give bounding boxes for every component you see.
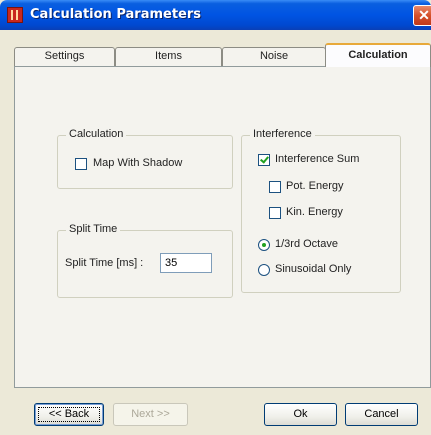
title-bar[interactable]: Calculation Parameters ✕ xyxy=(0,0,431,30)
map-with-shadow-checkbox[interactable] xyxy=(75,158,87,170)
kin-energy-checkbox[interactable] xyxy=(269,207,281,219)
ok-button[interactable]: Ok xyxy=(264,403,337,426)
tab-noise[interactable]: Noise xyxy=(222,47,326,66)
interference-sum-label[interactable]: Interference Sum xyxy=(275,153,359,165)
window-title: Calculation Parameters xyxy=(30,7,202,22)
third-octave-label[interactable]: 1/3rd Octave xyxy=(275,238,338,250)
sinusoidal-only-radio[interactable] xyxy=(258,264,270,276)
interference-groupbox: Interference Interference Sum Pot. Energ… xyxy=(241,128,401,293)
next-button[interactable]: Next >> xyxy=(113,403,188,426)
back-button-focus-rect xyxy=(38,407,100,422)
tab-settings[interactable]: Settings xyxy=(14,47,115,66)
split-time-group-title: Split Time xyxy=(66,223,121,235)
kin-energy-label[interactable]: Kin. Energy xyxy=(286,206,343,218)
interference-sum-checkbox[interactable] xyxy=(258,154,270,166)
map-with-shadow-label[interactable]: Map With Shadow xyxy=(93,157,182,169)
close-button[interactable]: ✕ xyxy=(413,5,431,26)
back-button[interactable]: << Back xyxy=(34,403,104,426)
sinusoidal-only-label[interactable]: Sinusoidal Only xyxy=(275,263,351,275)
split-time-input[interactable] xyxy=(160,253,212,273)
tab-strip: Settings Items Noise Calculation xyxy=(14,43,431,67)
calculation-group-title: Calculation xyxy=(66,128,127,140)
split-time-label: Split Time [ms] : xyxy=(65,257,144,269)
interference-group-title: Interference xyxy=(250,128,315,140)
calculation-groupbox: Calculation Map With Shadow xyxy=(57,128,233,189)
pot-energy-checkbox[interactable] xyxy=(269,181,281,193)
split-time-groupbox: Split Time Split Time [ms] : xyxy=(57,223,233,298)
app-icon xyxy=(7,7,23,23)
third-octave-radio[interactable] xyxy=(258,239,270,251)
tab-items[interactable]: Items xyxy=(115,47,222,66)
cancel-button[interactable]: Cancel xyxy=(345,403,418,426)
tab-calculation[interactable]: Calculation xyxy=(325,43,431,67)
pot-energy-label[interactable]: Pot. Energy xyxy=(286,180,343,192)
tab-panel: Calculation Map With Shadow Split Time S… xyxy=(14,66,431,388)
